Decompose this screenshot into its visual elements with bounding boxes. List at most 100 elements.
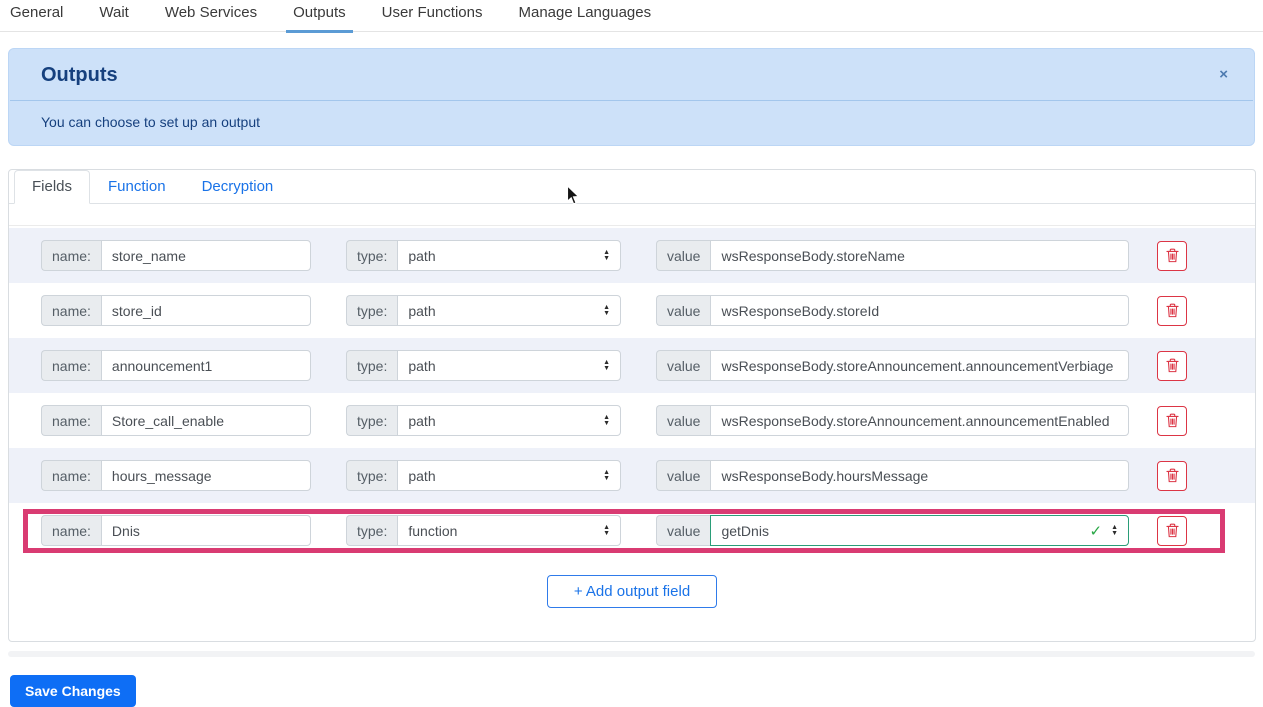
field-name-input[interactable] [100,240,311,271]
select-arrows-icon: ▲ ▼ [603,248,610,262]
name-field-group: name: [41,295,311,326]
output-field-row: name: type: function ▲▼ value [9,503,1255,558]
trash-icon [1165,523,1179,538]
name-prefix-label: name: [41,515,101,546]
value-field-group: value [656,460,1129,491]
field-value-input[interactable] [710,295,1129,326]
field-type-select[interactable]: path ▲ ▼ [397,240,621,271]
type-field-group: type: function ▲ ▼ [346,515,621,546]
field-value-select[interactable]: getDnis ✓ ▲ ▼ [710,515,1129,546]
top-nav-tab[interactable]: User Functions [380,0,485,31]
panel-tab[interactable]: Decryption [184,170,292,204]
top-nav-tab-label: Web Services [164,4,258,21]
outputs-settings-page: General Wait Web Services Outputs User F… [0,0,1263,707]
name-prefix-label: name: [41,350,101,381]
value-prefix-label: value [656,515,711,546]
top-nav-tab-label: Manage Languages [518,4,652,21]
trash-icon [1165,248,1179,263]
name-prefix-label: name: [41,460,101,491]
field-name-input[interactable] [100,405,311,436]
name-field-group: name: [41,460,311,491]
top-nav-tab-label: User Functions [381,4,483,21]
footer-divider [8,651,1255,657]
outputs-info-banner: Outputs You can choose to set up an outp… [8,48,1255,146]
field-name-input[interactable] [100,350,311,381]
field-value-input[interactable] [710,460,1129,491]
type-field-group: type: path ▲ ▼ [346,350,621,381]
type-field-group: type: path ▲ ▼ [346,240,621,271]
name-prefix-label: name: [41,295,101,326]
select-arrows-icon: ▲ ▼ [1111,523,1118,537]
field-type-value: path [408,412,436,429]
top-nav-tab[interactable]: Manage Languages [517,0,654,31]
select-arrows-icon: ▲ ▼ [603,303,610,317]
field-type-select[interactable]: path ▲ ▼ [397,295,621,326]
close-icon[interactable]: × [1219,67,1228,82]
delete-field-button[interactable] [1157,240,1187,271]
field-value-input[interactable] [710,405,1129,436]
field-type-select[interactable]: path ▲ ▼ [397,350,621,381]
delete-field-button[interactable] [1157,460,1187,491]
output-field-row: name: type: path ▲▼ value [9,448,1255,503]
value-prefix-label: value [656,405,711,436]
top-nav-tab-label: Wait [99,4,129,21]
field-name-input[interactable] [100,295,311,326]
type-prefix-label: type: [346,240,398,271]
field-name-input[interactable] [100,515,311,546]
top-nav-tab-label: Outputs [293,4,346,21]
value-field-group: value [656,240,1129,271]
trash-icon [1165,303,1179,318]
save-changes-button[interactable]: Save Changes [10,675,136,707]
trash-icon [1165,468,1179,483]
field-value-input[interactable] [710,350,1129,381]
name-prefix-label: name: [41,405,101,436]
field-type-value: path [408,302,436,319]
name-prefix-label: name: [41,240,101,271]
panel-tab[interactable]: Function [90,170,184,204]
value-prefix-label: value [656,295,711,326]
delete-field-button[interactable] [1157,515,1187,546]
delete-field-button[interactable] [1157,405,1187,436]
delete-field-button[interactable] [1157,350,1187,381]
type-prefix-label: type: [346,350,398,381]
panel-tab-label: Decryption [201,178,274,195]
top-navigation: General Wait Web Services Outputs User F… [0,0,1263,33]
select-arrows-icon: ▲ ▼ [603,413,610,427]
delete-field-button[interactable] [1157,295,1187,326]
field-type-value: path [408,467,436,484]
type-field-group: type: path ▲ ▼ [346,460,621,491]
type-field-group: type: path ▲ ▼ [346,405,621,436]
banner-message: You can choose to set up an output [41,114,260,130]
panel-tab[interactable]: Fields [14,170,91,204]
field-type-select[interactable]: path ▲ ▼ [397,405,621,436]
select-arrows-icon: ▲ ▼ [603,468,610,482]
field-type-value: function [408,522,458,539]
field-type-select[interactable]: function ▲ ▼ [397,515,621,546]
field-value-input[interactable] [710,240,1129,271]
value-prefix-label: value [656,350,711,381]
type-prefix-label: type: [346,515,398,546]
output-field-row: name: type: path ▲▼ value [9,393,1255,448]
panel-tab-label: Fields [32,178,73,195]
value-field-group: value [656,405,1129,436]
name-field-group: name: [41,405,311,436]
top-nav-tab[interactable]: Wait [97,0,130,31]
top-nav-tab[interactable]: Outputs [286,0,353,33]
top-nav-tab[interactable]: General [8,0,65,31]
field-type-select[interactable]: path ▲ ▼ [397,460,621,491]
rows-top-divider [9,225,1255,226]
trash-icon [1165,413,1179,428]
value-field-group: value [656,295,1129,326]
field-value-select-value: getDnis [721,522,769,539]
add-field-row: + Add output field [9,575,1255,608]
add-output-field-button[interactable]: + Add output field [546,575,718,608]
top-nav-tab[interactable]: Web Services [163,0,259,31]
select-arrows-icon: ▲ ▼ [603,523,610,537]
value-prefix-label: value [656,240,711,271]
trash-icon [1165,358,1179,373]
field-type-value: path [408,247,436,264]
field-name-input[interactable] [100,460,311,491]
value-field-group: value [656,350,1129,381]
output-field-row: name: type: path ▲▼ value [9,338,1255,393]
name-field-group: name: [41,350,311,381]
